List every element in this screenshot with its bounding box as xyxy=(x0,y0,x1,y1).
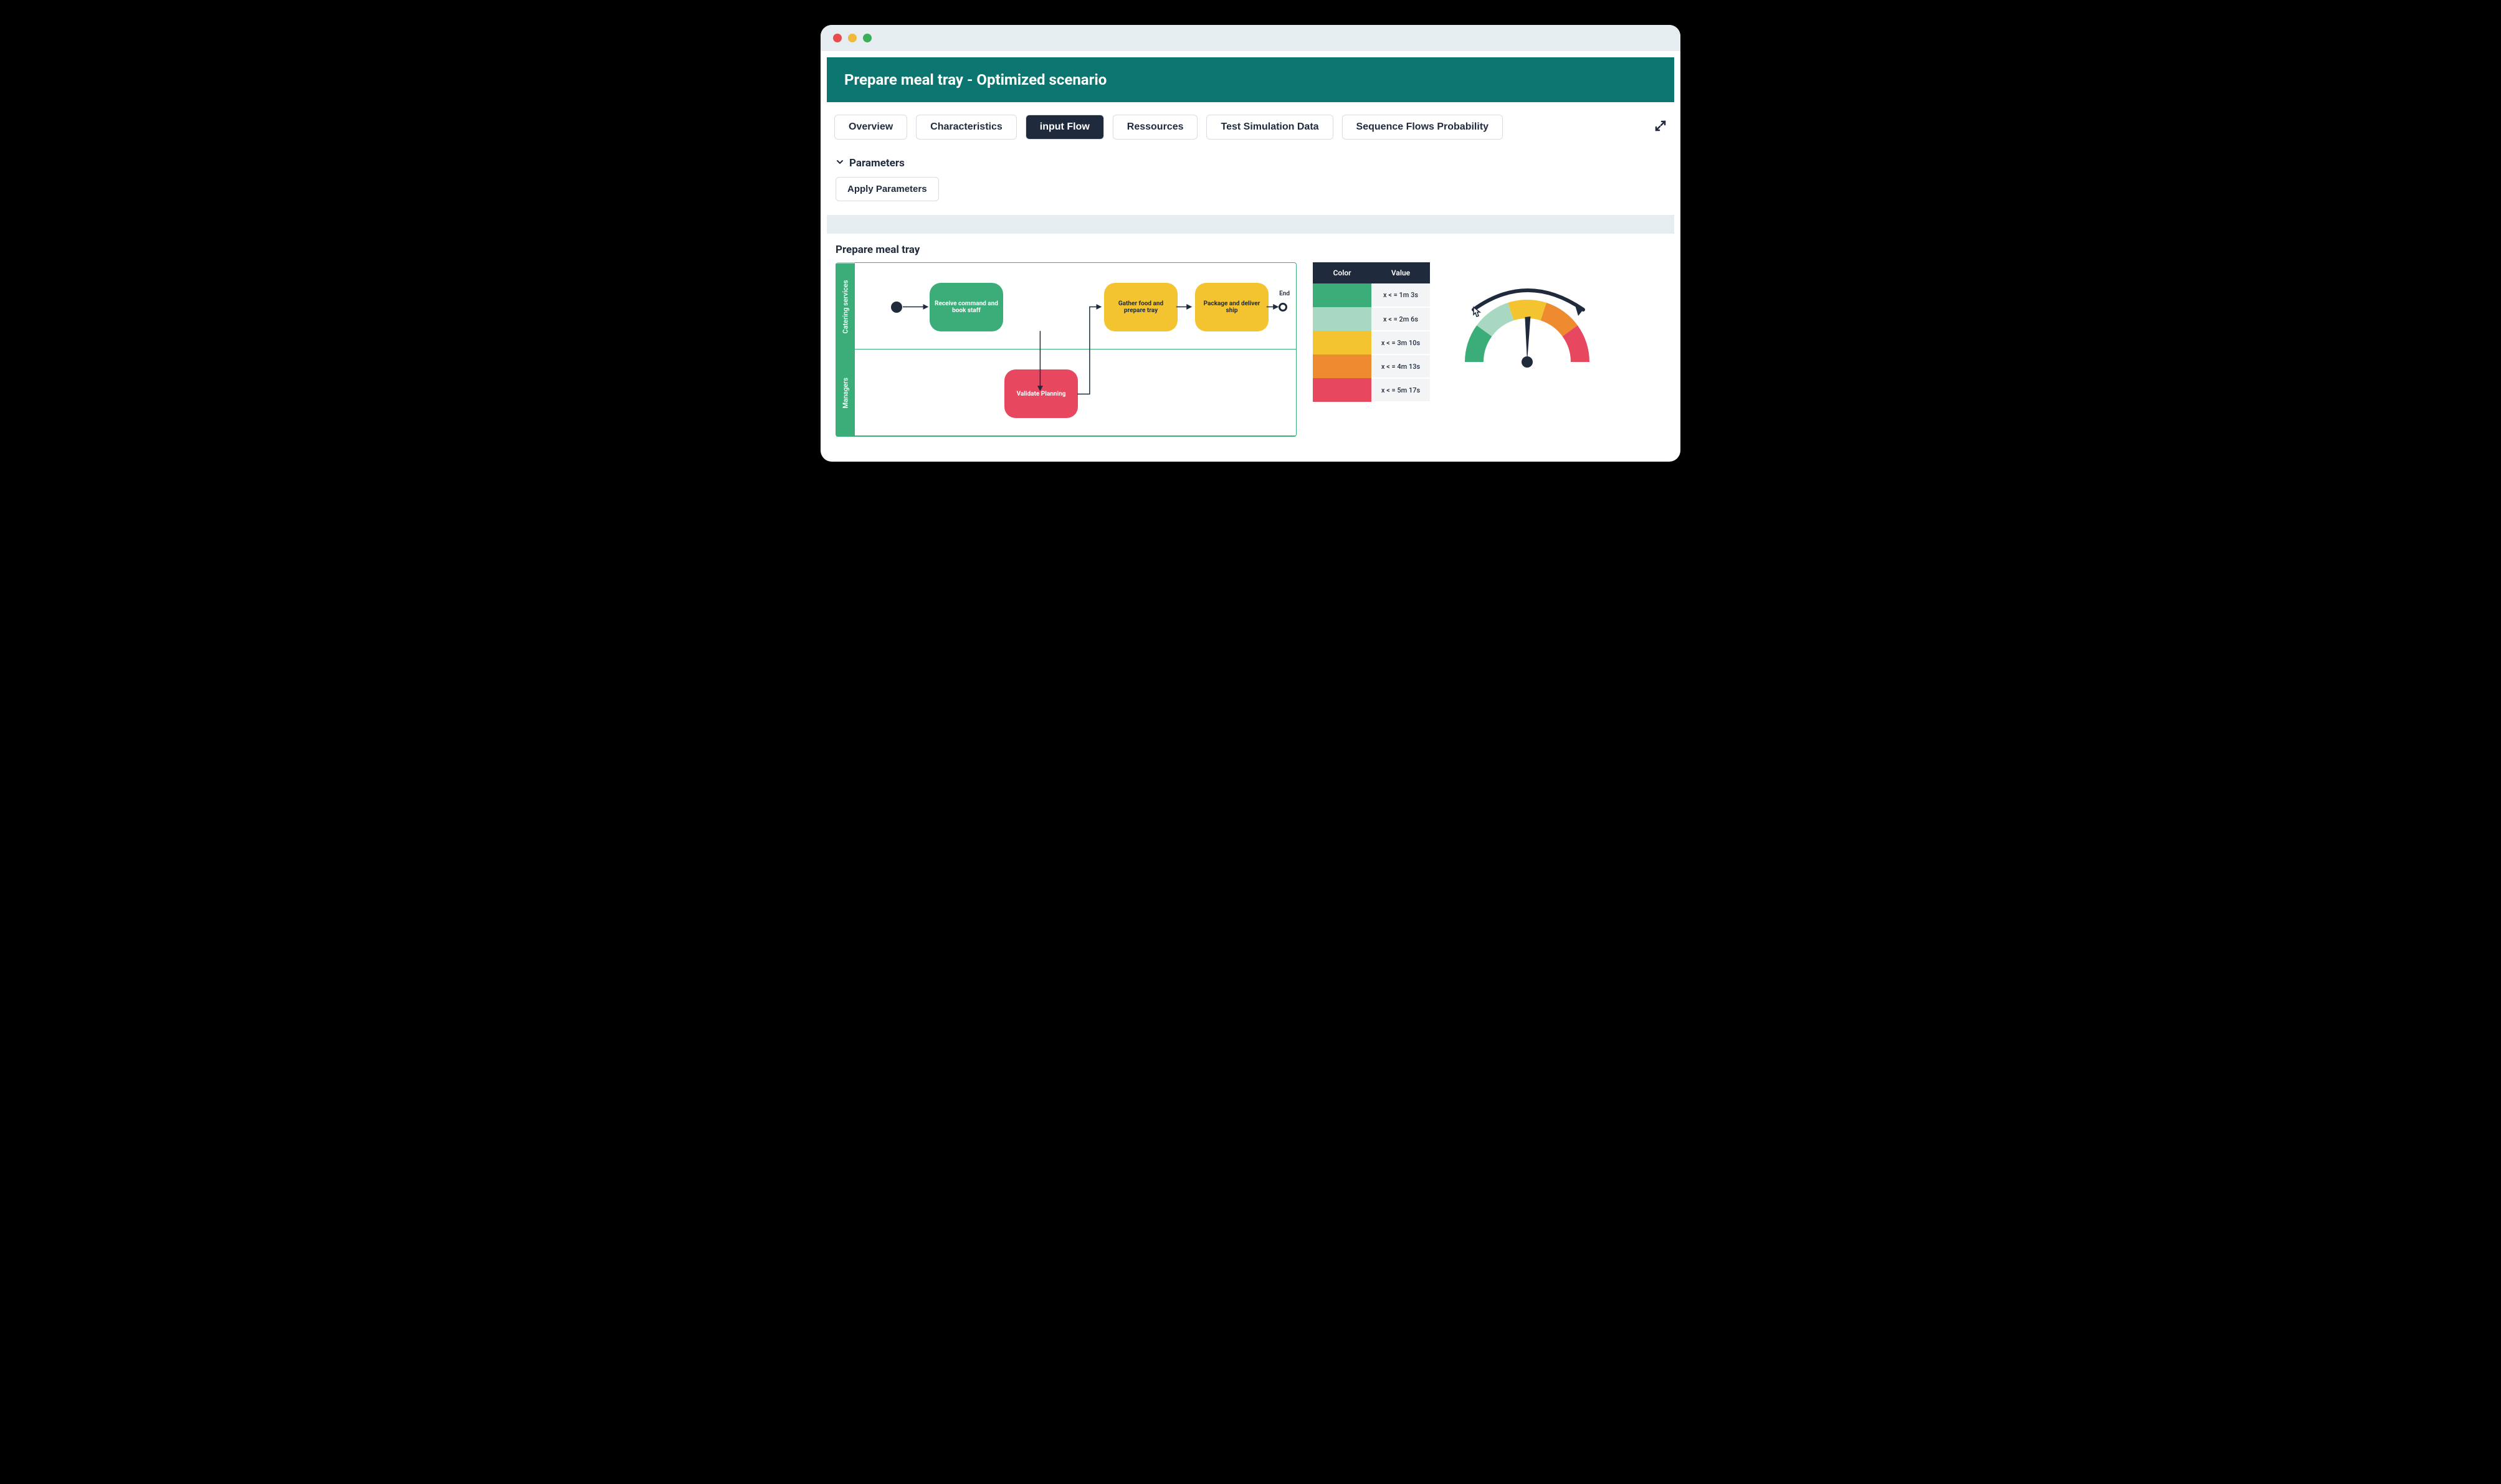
end-event-icon[interactable] xyxy=(1279,303,1287,312)
performance-gauge xyxy=(1446,275,1608,387)
lane-managers: Managers xyxy=(836,350,855,437)
legend-value: x < = 3m 10s xyxy=(1371,331,1430,354)
end-event-label: End xyxy=(1279,290,1290,297)
parameters-toggle[interactable]: Parameters xyxy=(836,152,1665,174)
apply-parameters-button[interactable]: Apply Parameters xyxy=(836,177,939,201)
legend-row: x < = 2m 6s xyxy=(1313,307,1430,331)
bpmn-diagram[interactable]: Catering services Managers Receive comma… xyxy=(836,262,1297,437)
tab-test-simulation-data[interactable]: Test Simulation Data xyxy=(1206,115,1333,140)
minimize-icon[interactable] xyxy=(848,34,857,42)
legend-row: x < = 5m 17s xyxy=(1313,378,1430,402)
legend-value: x < = 5m 17s xyxy=(1371,378,1430,402)
task-gather-food[interactable]: Gather food and prepare tray xyxy=(1104,283,1178,331)
section-divider xyxy=(827,215,1674,234)
legend-value: x < = 1m 3s xyxy=(1371,283,1430,307)
page-title: Prepare meal tray - Optimized scenario xyxy=(827,57,1674,102)
legend-swatch xyxy=(1313,354,1371,378)
lane-row-2: Validate Planning xyxy=(855,350,1296,436)
legend-row: x < = 3m 10s xyxy=(1313,331,1430,354)
legend-header-value: Value xyxy=(1371,262,1430,283)
legend-swatch xyxy=(1313,331,1371,354)
legend-value: x < = 2m 6s xyxy=(1371,307,1430,331)
expand-icon[interactable] xyxy=(1654,120,1667,135)
legend-swatch xyxy=(1313,307,1371,331)
tab-sequence-flows-probability[interactable]: Sequence Flows Probability xyxy=(1342,115,1503,140)
legend-swatch xyxy=(1313,378,1371,402)
tab-overview[interactable]: Overview xyxy=(834,115,907,140)
legend-header-color: Color xyxy=(1313,262,1371,283)
task-validate-planning[interactable]: Validate Planning xyxy=(1004,369,1078,418)
tab-characteristics[interactable]: Characteristics xyxy=(916,115,1017,140)
tabs-row: Overview Characteristics input Flow Ress… xyxy=(821,102,1680,146)
lane-row-1: Receive command and book staff Gather fo… xyxy=(855,263,1296,350)
parameters-label: Parameters xyxy=(849,157,905,169)
color-legend-table: Color Value x < = 1m 3sx < = 2m 6sx < = … xyxy=(1313,262,1430,402)
maximize-icon[interactable] xyxy=(863,34,872,42)
task-package-deliver[interactable]: Package and deliver ship xyxy=(1195,283,1269,331)
diagram-title: Prepare meal tray xyxy=(821,234,1680,262)
close-icon[interactable] xyxy=(833,34,842,42)
legend-row: x < = 4m 13s xyxy=(1313,354,1430,378)
lane-catering-services: Catering services xyxy=(836,263,855,350)
start-event-icon[interactable] xyxy=(891,302,902,313)
tab-ressources[interactable]: Ressources xyxy=(1113,115,1198,140)
window-titlebar xyxy=(821,25,1680,51)
chevron-down-icon xyxy=(836,157,844,169)
task-receive-command[interactable]: Receive command and book staff xyxy=(930,283,1003,331)
tab-input-flow[interactable]: input Flow xyxy=(1026,115,1104,140)
legend-row: x < = 1m 3s xyxy=(1313,283,1430,307)
legend-value: x < = 4m 13s xyxy=(1371,354,1430,378)
legend-swatch xyxy=(1313,283,1371,307)
app-window: Prepare meal tray - Optimized scenario O… xyxy=(821,25,1680,462)
